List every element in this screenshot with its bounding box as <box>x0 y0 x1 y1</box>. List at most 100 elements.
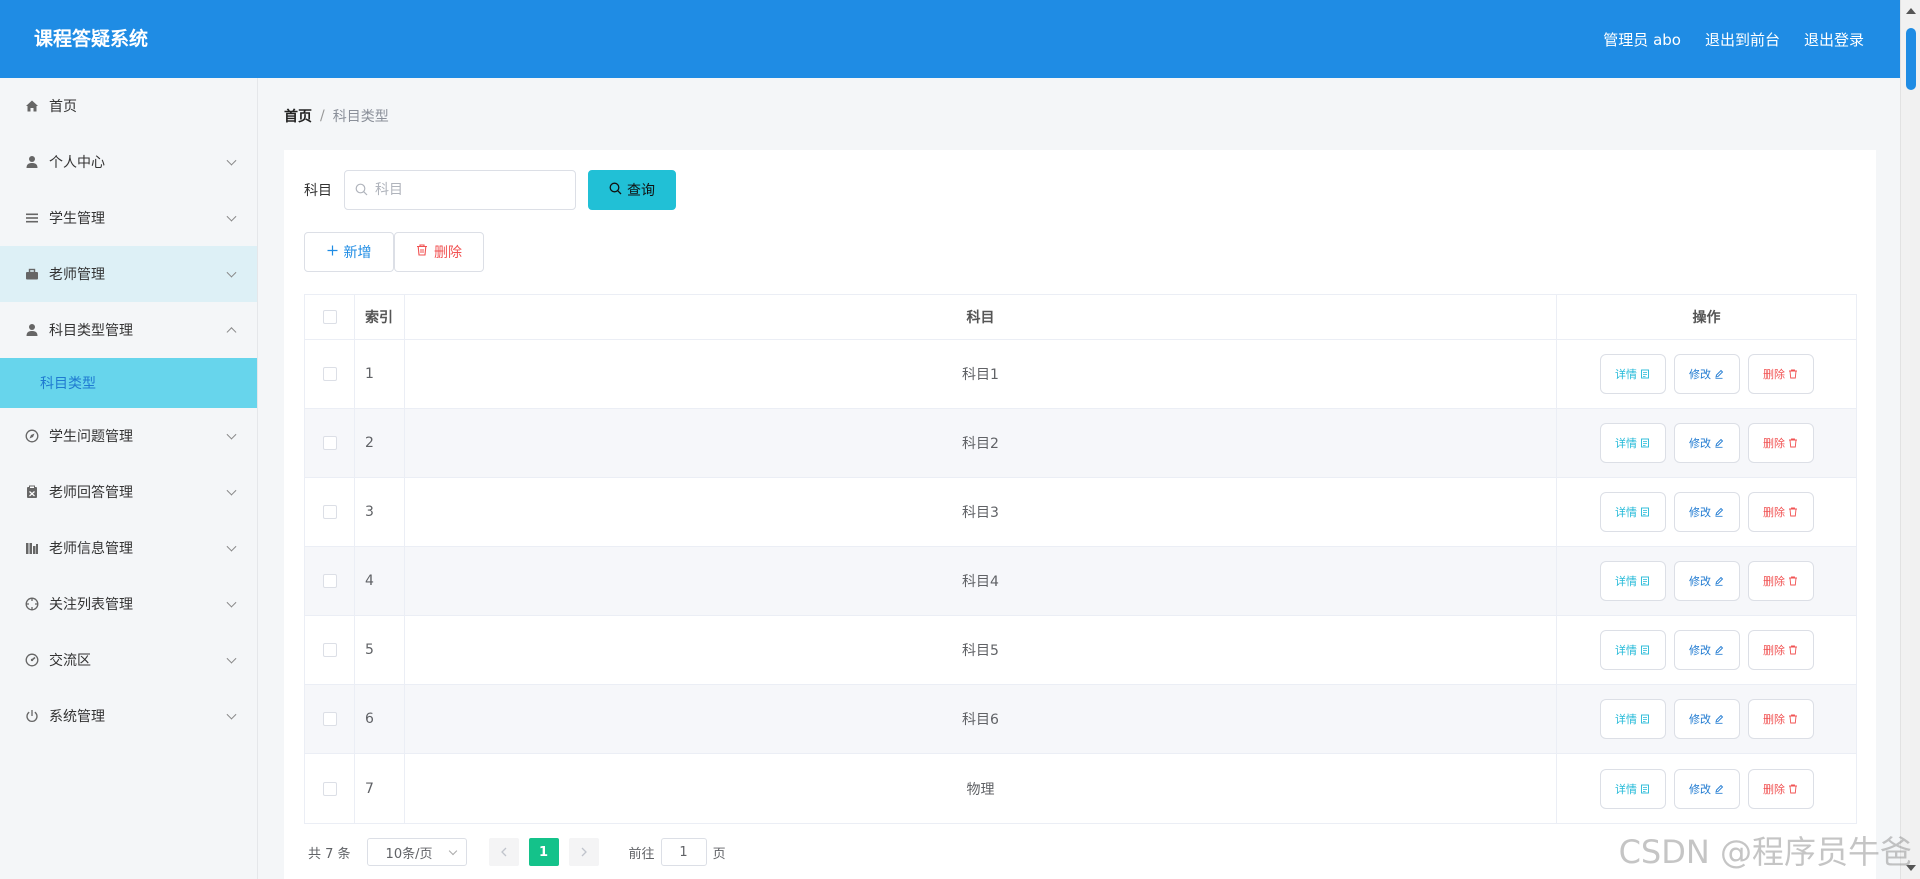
search-input-wrapper <box>344 170 576 210</box>
goto-page-input[interactable] <box>660 838 707 866</box>
power-icon <box>24 708 40 724</box>
row-checkbox[interactable] <box>322 505 337 519</box>
chevron-down-icon <box>226 429 237 440</box>
home-icon <box>24 98 40 114</box>
detail-button[interactable]: 详情 <box>1599 768 1666 809</box>
row-subject: 科目2 <box>405 409 1557 477</box>
scroll-up-icon[interactable] <box>1906 8 1916 14</box>
row-checkbox[interactable] <box>322 781 337 796</box>
chevron-down-icon <box>226 211 237 222</box>
detail-button[interactable]: 详情 <box>1599 354 1666 394</box>
detail-button[interactable]: 详情 <box>1599 630 1666 670</box>
delete-button[interactable]: 删除 <box>1747 699 1814 739</box>
sidebar-item-label: 学生问题管理 <box>49 429 133 445</box>
chevron-down-icon <box>226 541 237 552</box>
edit-icon <box>1715 714 1724 724</box>
edit-icon <box>1715 645 1724 655</box>
select-all-checkbox[interactable] <box>322 310 337 324</box>
delete-button[interactable]: 删除 <box>1747 423 1814 463</box>
row-checkbox[interactable] <box>322 367 337 381</box>
delete-button[interactable]: 删除 <box>1747 354 1814 394</box>
content-card: 科目 查询 新增 <box>284 150 1876 879</box>
trash-icon <box>1789 507 1797 517</box>
chevron-down-icon <box>226 653 237 664</box>
chevron-left-icon <box>500 847 507 857</box>
sidebar-item-teacher-info-management[interactable]: 老师信息管理 <box>0 520 257 576</box>
row-checkbox[interactable] <box>322 436 337 450</box>
edit-button[interactable]: 修改 <box>1673 423 1740 463</box>
delete-button[interactable]: 删除 <box>1747 630 1814 670</box>
page-number-current[interactable]: 1 <box>528 838 559 866</box>
detail-button-label: 详情 <box>1615 368 1637 381</box>
scroll-thumb[interactable] <box>1906 28 1916 90</box>
detail-button[interactable]: 详情 <box>1599 699 1666 739</box>
admin-user-label[interactable]: 管理员 abo <box>1603 29 1681 50</box>
edit-button[interactable]: 修改 <box>1673 768 1740 809</box>
edit-button[interactable]: 修改 <box>1673 561 1740 601</box>
exit-to-front-link[interactable]: 退出到前台 <box>1705 29 1780 50</box>
edit-icon <box>1715 507 1724 517</box>
add-button[interactable]: 新增 <box>304 232 394 272</box>
sidebar-item-teacher-answer-management[interactable]: 老师回答管理 <box>0 464 257 520</box>
detail-button[interactable]: 详情 <box>1599 492 1666 532</box>
goto-label: 前往 <box>628 846 655 862</box>
prev-page-button[interactable] <box>488 838 519 866</box>
sidebar-item-student-question-management[interactable]: 学生问题管理 <box>0 408 257 464</box>
sidebar-item-forum[interactable]: 交流区 <box>0 632 257 688</box>
row-checkbox[interactable] <box>322 643 337 657</box>
row-operations: 详情 修改 删除 <box>1557 409 1856 477</box>
sidebar-item-teacher-management[interactable]: 老师管理 <box>0 246 257 302</box>
sidebar-subitem-subject-type[interactable]: 科目类型 <box>0 358 257 408</box>
edit-button[interactable]: 修改 <box>1673 699 1740 739</box>
document-icon <box>1641 438 1649 448</box>
delete-button-label: 删除 <box>1763 506 1785 519</box>
breadcrumb-separator: / <box>320 108 325 124</box>
search-label: 科目 <box>304 183 332 199</box>
trash-icon <box>416 244 428 260</box>
chevron-down-icon <box>226 597 237 608</box>
page-size-select[interactable]: 10条/页 <box>366 838 467 866</box>
sidebar-item-label: 老师管理 <box>49 267 105 283</box>
page-scrollbar[interactable] <box>1900 0 1920 879</box>
sidebar-item-subject-type-management[interactable]: 科目类型管理 <box>0 302 257 358</box>
delete-button[interactable]: 删除 <box>1747 492 1814 532</box>
add-button-label: 新增 <box>343 245 372 261</box>
sidebar-item-system-management[interactable]: 系统管理 <box>0 688 257 744</box>
breadcrumb-home[interactable]: 首页 <box>284 106 312 126</box>
edit-button[interactable]: 修改 <box>1673 492 1740 532</box>
detail-button-label: 详情 <box>1615 644 1637 657</box>
sidebar-item-home[interactable]: 首页 <box>0 78 257 134</box>
sidebar-item-label: 学生管理 <box>49 211 105 227</box>
row-index: 5 <box>355 616 405 684</box>
row-subject: 科目6 <box>405 685 1557 753</box>
sidebar-item-personal-center[interactable]: 个人中心 <box>0 134 257 190</box>
detail-button[interactable]: 详情 <box>1599 423 1666 463</box>
edit-icon <box>1715 369 1724 379</box>
row-checkbox[interactable] <box>322 574 337 588</box>
search-icon <box>609 182 622 199</box>
header-subject: 科目 <box>405 295 1557 339</box>
batch-delete-button[interactable]: 删除 <box>394 232 484 272</box>
edit-button[interactable]: 修改 <box>1673 630 1740 670</box>
row-operations: 详情 修改 删除 <box>1557 547 1856 615</box>
detail-button[interactable]: 详情 <box>1599 561 1666 601</box>
trash-icon <box>1789 576 1797 586</box>
edit-button[interactable]: 修改 <box>1673 354 1740 394</box>
sidebar-item-follow-list-management[interactable]: 关注列表管理 <box>0 576 257 632</box>
delete-button[interactable]: 删除 <box>1747 768 1814 809</box>
trash-icon <box>1789 369 1797 379</box>
next-page-button[interactable] <box>568 838 599 866</box>
search-input[interactable] <box>345 171 575 209</box>
query-button[interactable]: 查询 <box>588 170 676 210</box>
table-row: 7 物理 详情 修改 删除 <box>305 754 1856 823</box>
row-checkbox[interactable] <box>322 712 337 726</box>
trash-icon <box>1789 784 1797 793</box>
breadcrumb: 首页 / 科目类型 <box>284 106 389 126</box>
sidebar-item-student-management[interactable]: 学生管理 <box>0 190 257 246</box>
delete-button[interactable]: 删除 <box>1747 561 1814 601</box>
delete-button-label: 删除 <box>1763 713 1785 726</box>
delete-button-label: 删除 <box>1763 437 1785 450</box>
edit-icon <box>1715 438 1724 448</box>
logout-link[interactable]: 退出登录 <box>1804 29 1864 50</box>
subject-type-table: 索引 科目 操作 1 科目1 详情 修改 删除 2 科目2 详情 修改 删除 3 科目3 详情 修改 删除 4… <box>304 294 1857 824</box>
